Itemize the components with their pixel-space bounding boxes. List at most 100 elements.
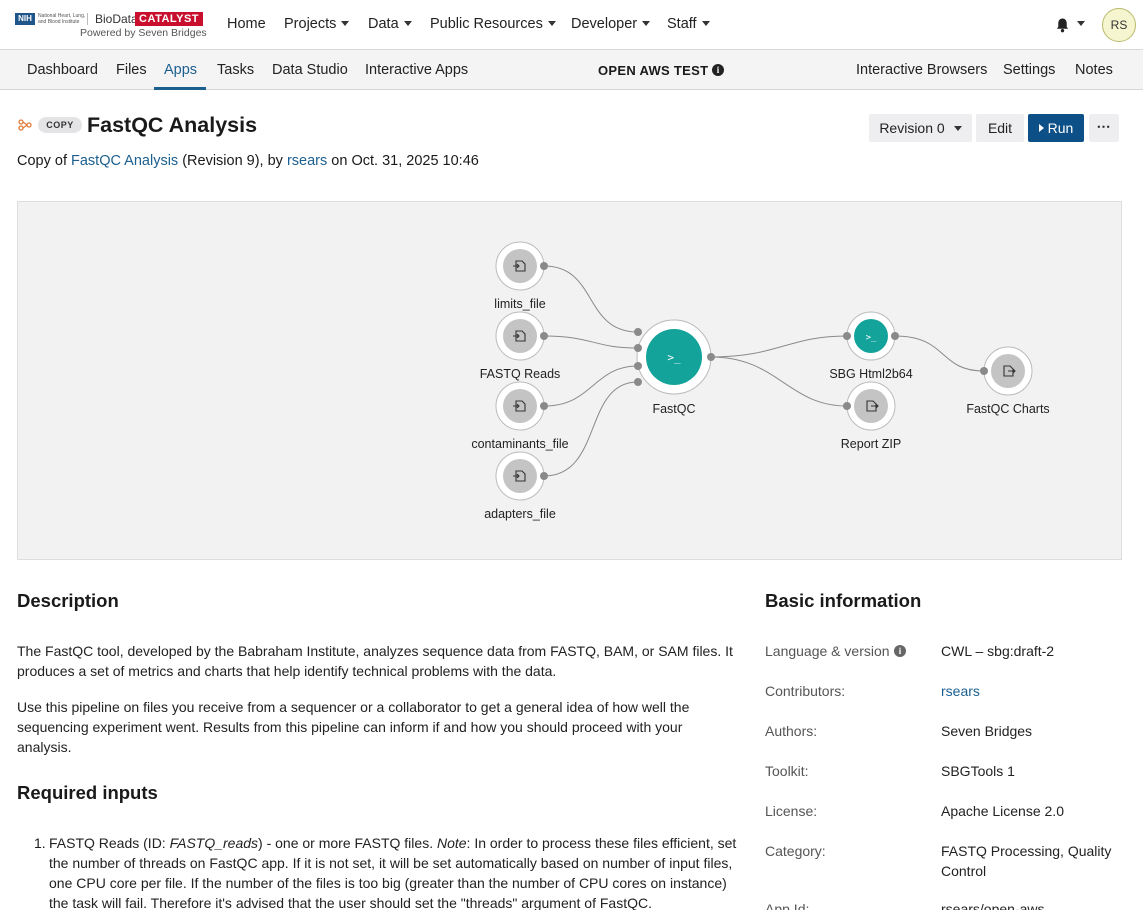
contributor-link[interactable]: rsears [941, 683, 980, 699]
run-button[interactable]: Run [1028, 114, 1084, 142]
workflow-canvas[interactable]: limits_file FASTQ Reads contaminants_fil… [17, 201, 1122, 560]
revision-label: Revision 0 [879, 120, 945, 136]
req-note-label: Note [436, 835, 467, 851]
copy-info: Copy of FastQC Analysis (Revision 9), by… [17, 153, 479, 169]
workflow-icon [18, 119, 32, 131]
more-actions-button[interactable]: ⋯ [1089, 114, 1119, 142]
info-key-app-id: App Id: [765, 901, 810, 910]
copy-suffix: on Oct. 31, 2025 10:46 [327, 153, 479, 169]
info-key-language: Language & version [765, 643, 890, 659]
biodata-catalyst-logo[interactable]: NIH National Heart, Lung, and Blood Inst… [15, 10, 215, 42]
info-value-authors: Seven Bridges [941, 723, 1033, 739]
chevron-down-icon [642, 20, 651, 26]
info-key-toolkit: Toolkit: [765, 763, 809, 779]
topnav-staff-label: Staff [667, 16, 697, 32]
node-label: FASTQ Reads [480, 367, 561, 381]
topnav-home[interactable]: Home [227, 16, 266, 32]
powered-by-text: Powered by Seven Bridges [80, 27, 207, 39]
brand-name-left: BioData [95, 12, 138, 26]
description-paragraph-2: Use this pipeline on files you receive f… [17, 699, 690, 755]
node-label: adapters_file [484, 507, 556, 521]
topnav-public-resources-label: Public Resources [430, 16, 543, 32]
tab-dashboard[interactable]: Dashboard [27, 62, 98, 78]
output-node-report-zip[interactable]: Report ZIP [841, 381, 901, 451]
node-label: FastQC [652, 402, 695, 416]
user-avatar[interactable]: RS [1102, 8, 1136, 42]
info-key-authors: Authors: [765, 723, 818, 739]
required-inputs-heading: Required inputs [17, 782, 158, 803]
info-value-license: Apache License 2.0 [941, 803, 1064, 819]
tab-notes[interactable]: Notes [1075, 62, 1113, 78]
copy-mid: (Revision 9), by [178, 153, 287, 169]
topnav-projects-label: Projects [284, 16, 337, 32]
list-number: 1. [34, 835, 46, 851]
topnav-data-label: Data [368, 16, 399, 32]
req-text-b: ) - one or more FASTQ files. [258, 835, 437, 851]
info-key-category: Category: [765, 843, 826, 859]
input-node-adapters-file[interactable]: adapters_file [484, 451, 556, 521]
notifications-chevron-icon[interactable] [1077, 21, 1085, 26]
topnav-projects[interactable]: Projects [284, 16, 350, 32]
topnav-public-resources[interactable]: Public Resources [430, 16, 556, 32]
info-value-app-id: rsears/open-aws... [941, 901, 1057, 910]
info-value-language: CWL – sbg:draft-2 [941, 643, 1055, 659]
req-input-id: FASTQ_reads [169, 835, 259, 851]
edit-button[interactable]: Edit [976, 114, 1024, 142]
topnav-developer[interactable]: Developer [571, 16, 651, 32]
tab-tasks[interactable]: Tasks [217, 62, 254, 78]
node-label: FastQC Charts [966, 402, 1049, 416]
input-node-fastq-reads[interactable]: FASTQ Reads [480, 311, 561, 381]
workflow-edges [543, 265, 985, 477]
tool-node-fastqc[interactable]: >_ FastQC [634, 319, 715, 416]
chevron-down-icon [701, 20, 710, 26]
output-node-fastqc-charts[interactable]: FastQC Charts [966, 346, 1050, 416]
node-label: contaminants_file [471, 437, 568, 451]
copy-source-link[interactable]: FastQC Analysis [71, 153, 178, 169]
tab-data-studio[interactable]: Data Studio [272, 62, 348, 78]
topnav-staff[interactable]: Staff [667, 16, 710, 32]
workflow-graph: limits_file FASTQ Reads contaminants_fil… [471, 241, 1050, 521]
required-input-item: FASTQ Reads (ID: FASTQ_reads) - one or m… [49, 833, 739, 910]
topnav-data[interactable]: Data [368, 16, 412, 32]
tab-files[interactable]: Files [116, 62, 147, 78]
top-navbar: NIH National Heart, Lung, and Blood Inst… [0, 0, 1143, 50]
nih-logo: NIH [15, 13, 35, 25]
app-title: FastQC Analysis [87, 113, 258, 137]
revision-dropdown[interactable]: Revision 0 [869, 114, 972, 142]
node-label: SBG Html2b64 [829, 367, 912, 381]
tool-node-sbg-html2b64[interactable]: >_ SBG Html2b64 [829, 311, 913, 381]
input-node-limits-file[interactable]: limits_file [494, 241, 548, 311]
info-key-license: License: [765, 803, 818, 819]
chevron-down-icon [547, 20, 556, 26]
terminal-icon: >_ [866, 333, 877, 343]
input-node-contaminants-file[interactable]: contaminants_file [471, 381, 569, 451]
terminal-icon: >_ [667, 351, 681, 364]
description-heading: Description [17, 590, 119, 611]
language-info-icon[interactable]: i [894, 645, 906, 657]
institute-name: National Heart, Lung, and Blood Institut… [38, 13, 88, 25]
tab-interactive-browsers[interactable]: Interactive Browsers [856, 62, 987, 78]
tab-interactive-apps[interactable]: Interactive Apps [365, 62, 468, 78]
project-navbar: Dashboard Files Apps Tasks Data Studio I… [0, 50, 1143, 90]
copy-prefix: Copy of [17, 153, 71, 169]
description-paragraph-1: The FastQC tool, developed by the Babrah… [17, 643, 733, 679]
topnav-home-label: Home [227, 16, 266, 32]
chevron-down-icon [953, 125, 962, 131]
tab-settings[interactable]: Settings [1003, 62, 1055, 78]
project-info-icon[interactable]: i [712, 64, 724, 76]
tab-apps[interactable]: Apps [164, 62, 197, 78]
bell-icon[interactable] [1055, 17, 1070, 33]
active-tab-indicator [154, 87, 206, 90]
project-title: OPEN AWS TEST [598, 63, 709, 78]
req-text-a: FASTQ Reads (ID: [49, 835, 170, 851]
brand-name-right: CATALYST [135, 12, 204, 26]
info-value-contributors: rsears [941, 681, 1131, 701]
info-value-category: FASTQ Processing, Quality Control [941, 843, 1112, 879]
play-icon [1038, 124, 1044, 133]
node-label: limits_file [494, 297, 545, 311]
copy-author-link[interactable]: rsears [287, 153, 327, 169]
info-value-toolkit: SBGTools 1 [941, 763, 1015, 779]
basic-info-heading: Basic information [765, 590, 922, 611]
chevron-down-icon [403, 20, 412, 26]
topnav-developer-label: Developer [571, 16, 638, 32]
